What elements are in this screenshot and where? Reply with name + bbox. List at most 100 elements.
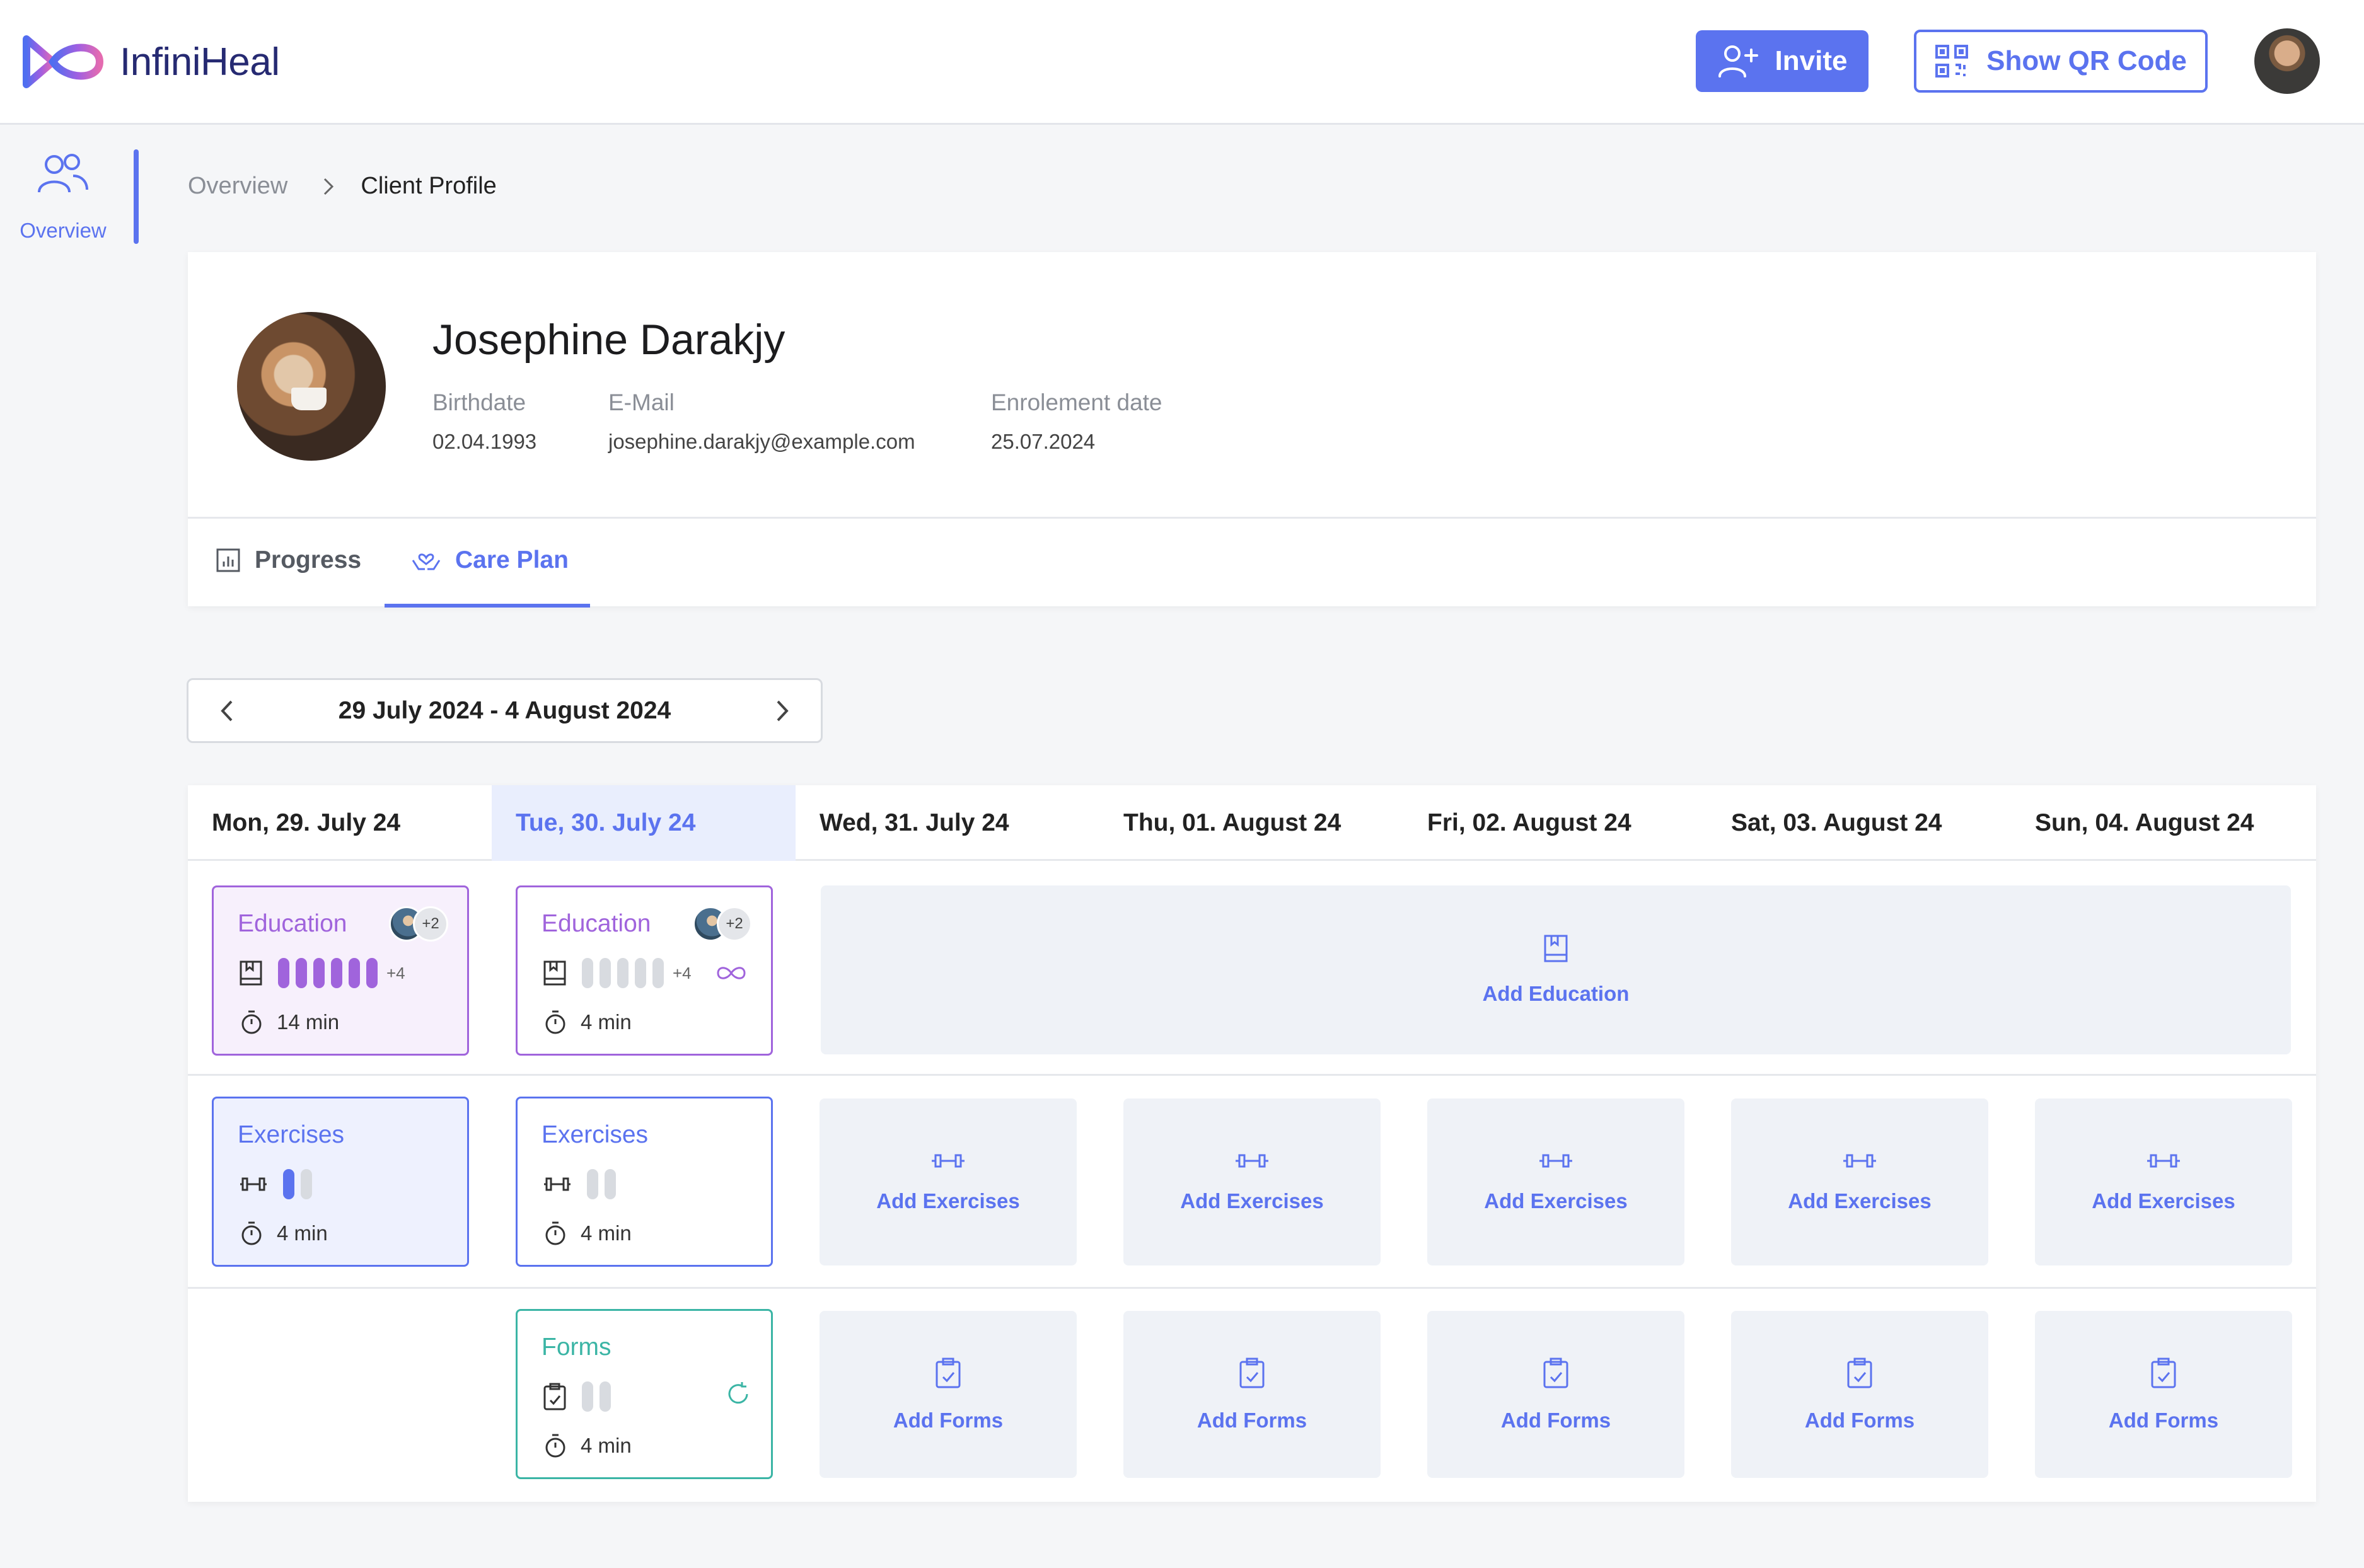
mon-education-card[interactable]: Education +2 +4 14 min <box>212 885 469 1056</box>
progress-pill <box>301 1169 312 1199</box>
care-hands-icon <box>412 553 441 570</box>
dumbbell-icon <box>1236 1154 1268 1167</box>
client-profile-card: Josephine Darakjy Birthdate 02.04.1993 E… <box>188 252 2316 608</box>
add-forms-label: Add Forms <box>1196 1408 1307 1432</box>
stopwatch-icon <box>545 1434 565 1458</box>
add-exercises-label: Add Exercises <box>2092 1189 2235 1213</box>
email-label: E-Mail <box>608 389 675 415</box>
app-logo[interactable]: InfiniHeal <box>21 32 280 92</box>
day-header-mon: Mon, 29. July 24 <box>212 809 401 836</box>
progress-pill <box>605 1169 616 1199</box>
add-exercises-button-sun[interactable]: Add Exercises <box>2035 1098 2292 1265</box>
clipboard-check-icon <box>1847 1358 1872 1388</box>
tue-exercises-card[interactable]: Exercises 4 min <box>516 1097 773 1267</box>
progress-pills <box>582 958 664 988</box>
tue-education-card[interactable]: Education +2 +4 4 min <box>516 885 773 1056</box>
invite-button[interactable]: Invite <box>1696 30 1869 92</box>
progress-pill <box>349 958 360 988</box>
calendar-header: Mon, 29. July 24 Tue, 30. July 24 Wed, 3… <box>188 785 2316 861</box>
add-forms-button-sat[interactable]: Add Forms <box>1731 1311 1988 1478</box>
stopwatch-icon <box>241 1010 262 1034</box>
profile-tabs: Progress Care Plan <box>188 517 2316 608</box>
day-header-fri: Fri, 02. August 24 <box>1427 809 1631 836</box>
enrolment-label: Enrolement date <box>991 389 1162 415</box>
add-exercises-button-fri[interactable]: Add Exercises <box>1427 1098 1684 1265</box>
chevron-left-icon[interactable] <box>220 700 234 722</box>
card-title: Education <box>238 910 347 937</box>
sidebar-active-indicator <box>134 149 139 244</box>
chevron-right-icon <box>324 178 334 195</box>
add-exercises-label: Add Exercises <box>1788 1189 1932 1213</box>
client-name: Josephine Darakjy <box>432 316 785 364</box>
card-title: Education <box>542 910 651 937</box>
add-forms-button-sun[interactable]: Add Forms <box>2035 1311 2292 1478</box>
progress-pills <box>587 1169 616 1199</box>
assignee-avatars: +2 <box>389 906 448 942</box>
card-title: Exercises <box>238 1121 345 1148</box>
add-forms-label: Add Forms <box>2108 1408 2219 1432</box>
progress-row <box>543 1169 616 1199</box>
refresh-icon <box>728 1382 748 1404</box>
clipboard-check-icon <box>2151 1358 2176 1388</box>
progress-pill <box>313 958 325 988</box>
dumbbell-icon <box>240 1177 267 1191</box>
bar-chart-icon <box>216 548 240 572</box>
add-exercises-button-wed[interactable]: Add Exercises <box>820 1098 1077 1265</box>
users-icon <box>38 154 88 193</box>
add-exercises-button-thu[interactable]: Add Exercises <box>1123 1098 1381 1265</box>
add-forms-label: Add Forms <box>1804 1408 1915 1432</box>
breadcrumb-overview-link[interactable]: Overview <box>188 173 287 200</box>
qr-code-icon <box>1935 45 1969 78</box>
tue-forms-card[interactable]: Forms 4 min <box>516 1309 773 1479</box>
dumbbell-icon <box>932 1154 965 1167</box>
add-forms-label: Add Forms <box>1500 1408 1611 1432</box>
tab-progress[interactable]: Progress <box>216 546 361 574</box>
duration-row: 4 min <box>544 1221 632 1246</box>
progress-pill <box>587 1169 598 1199</box>
progress-pill <box>366 958 378 988</box>
enrolment-field: Enrolement date 25.07.2024 <box>991 389 1162 454</box>
client-avatar <box>237 312 386 461</box>
duration: 4 min <box>581 1221 632 1245</box>
duration: 4 min <box>581 1010 632 1034</box>
stopwatch-icon <box>545 1221 565 1245</box>
enrolment-value: 25.07.2024 <box>991 430 1096 453</box>
duration: 14 min <box>277 1010 340 1034</box>
add-education-button[interactable]: Add Education <box>821 885 2291 1054</box>
progress-row: +4 <box>543 958 747 988</box>
day-header-sun: Sun, 04. August 24 <box>2035 809 2254 836</box>
app-name: InfiniHeal <box>120 40 280 84</box>
show-qr-code-button[interactable]: Show QR Code <box>1914 30 2208 93</box>
chevron-right-icon[interactable] <box>775 700 789 722</box>
day-header-tue: Tue, 30. July 24 <box>492 785 796 861</box>
add-forms-button-thu[interactable]: Add Forms <box>1123 1311 1381 1478</box>
top-bar: InfiniHeal Invite Show QR Code <box>0 0 2364 125</box>
progress-pills <box>278 958 378 988</box>
progress-pill <box>296 958 307 988</box>
add-exercises-button-sat[interactable]: Add Exercises <box>1731 1098 1988 1265</box>
row-divider <box>188 1074 2316 1076</box>
tab-care-plan[interactable]: Care Plan <box>411 546 569 574</box>
stopwatch-icon <box>241 1221 262 1245</box>
progress-pills <box>582 1381 611 1412</box>
row-divider <box>188 1287 2316 1289</box>
active-tab-underline <box>385 604 590 608</box>
birthdate-label: Birthdate <box>432 389 526 415</box>
breadcrumb-current: Client Profile <box>361 173 497 199</box>
clipboard-check-icon <box>543 1383 566 1410</box>
clipboard-check-icon <box>1543 1358 1568 1388</box>
dumbbell-icon <box>544 1177 571 1191</box>
mon-exercises-card[interactable]: Exercises 4 min <box>212 1097 469 1267</box>
add-forms-button-wed[interactable]: Add Forms <box>820 1311 1077 1478</box>
avatar-cup <box>291 388 327 410</box>
progress-row <box>239 1169 312 1199</box>
book-icon <box>240 960 262 986</box>
add-user-icon <box>1718 45 1758 78</box>
tab-care-plan-label: Care Plan <box>455 546 569 574</box>
sidebar-item-label: Overview <box>20 219 107 242</box>
add-forms-button-fri[interactable]: Add Forms <box>1427 1311 1684 1478</box>
tab-progress-label: Progress <box>255 546 362 574</box>
add-education-label: Add Education <box>1482 982 1630 1005</box>
day-header-sat: Sat, 03. August 24 <box>1731 809 1942 836</box>
user-avatar[interactable] <box>2254 28 2320 94</box>
